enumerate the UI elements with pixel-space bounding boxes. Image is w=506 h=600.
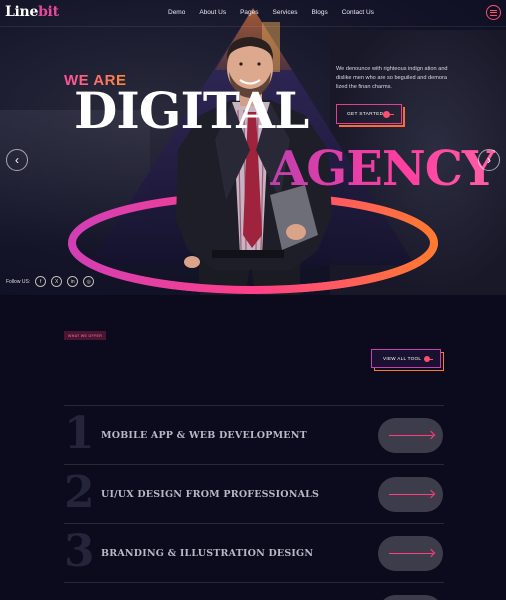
service-title: BRANDING & ILLUSTRATION DESIGN: [101, 548, 314, 559]
hero-title-agency: AGENCY: [270, 141, 496, 197]
nav-item-contact[interactable]: Contact Us: [342, 9, 374, 16]
x-icon[interactable]: X: [51, 276, 63, 287]
service-number: 2: [64, 467, 95, 518]
main-nav: Demo About Us Pages Services Blogs Conta…: [168, 9, 388, 16]
social-follow: Follow US: f X in ◎: [6, 276, 99, 287]
get-started-button[interactable]: GET STARTED: [336, 104, 402, 124]
service-number: 1: [64, 408, 95, 459]
service-row[interactable]: 3 BRANDING & ILLUSTRATION DESIGN: [64, 523, 444, 582]
service-row[interactable]: 2 UI/UX DESIGN FROM PROFESSIONALS: [64, 464, 444, 523]
arrow-right-icon: [424, 356, 433, 362]
service-row[interactable]: 1 MOBILE APP & WEB DEVELOPMENT: [64, 405, 444, 464]
chevron-right-icon[interactable]: ›: [478, 149, 500, 171]
nav-item-about[interactable]: About Us: [199, 9, 226, 16]
services-heading: [64, 354, 254, 364]
service-title: UI/UX DESIGN FROM PROFESSIONALS: [101, 489, 320, 500]
header-divider: [0, 26, 506, 27]
service-row-divider: [64, 582, 444, 600]
nav-item-services[interactable]: Services: [273, 9, 298, 16]
service-number: 3: [64, 526, 95, 577]
site-header: Linebit Demo About Us Pages Services Blo…: [0, 0, 506, 26]
instagram-icon[interactable]: ◎: [83, 276, 95, 287]
nav-item-pages[interactable]: Pages: [240, 9, 258, 16]
logo[interactable]: Linebit: [5, 4, 59, 20]
facebook-icon[interactable]: f: [35, 276, 47, 287]
linkedin-icon[interactable]: in: [67, 276, 79, 287]
view-all-label: VIEW ALL TOOL: [383, 356, 422, 361]
chevron-left-icon[interactable]: ‹: [6, 149, 28, 171]
arrow-right-icon: [388, 494, 433, 495]
logo-text-accent: bit: [38, 4, 59, 20]
arrow-right-icon: [388, 553, 433, 554]
hamburger-icon[interactable]: [486, 5, 501, 20]
arrow-right-icon: [388, 435, 433, 436]
service-arrow-button[interactable]: [378, 536, 443, 571]
view-all-button[interactable]: VIEW ALL TOOL: [371, 349, 441, 368]
service-arrow-button[interactable]: [378, 418, 443, 453]
hero-description: We denounce with righteous indign ation …: [336, 66, 448, 90]
follow-label: Follow US:: [6, 278, 31, 285]
service-title: MOBILE APP & WEB DEVELOPMENT: [101, 430, 307, 441]
service-arrow-button[interactable]: [378, 477, 443, 512]
services-badge: WHAT WE OFFER: [64, 331, 107, 340]
logo-text-primary: Line: [5, 4, 39, 20]
services-badge-label: WHAT WE OFFER: [68, 333, 103, 338]
get-started-label: GET STARTED: [347, 111, 384, 117]
service-arrow-button[interactable]: [378, 595, 443, 600]
arrow-right-icon: [383, 111, 394, 118]
nav-item-demo[interactable]: Demo: [168, 9, 185, 16]
nav-item-blogs[interactable]: Blogs: [311, 9, 327, 16]
hero-title-digital: DIGITAL: [74, 81, 309, 140]
